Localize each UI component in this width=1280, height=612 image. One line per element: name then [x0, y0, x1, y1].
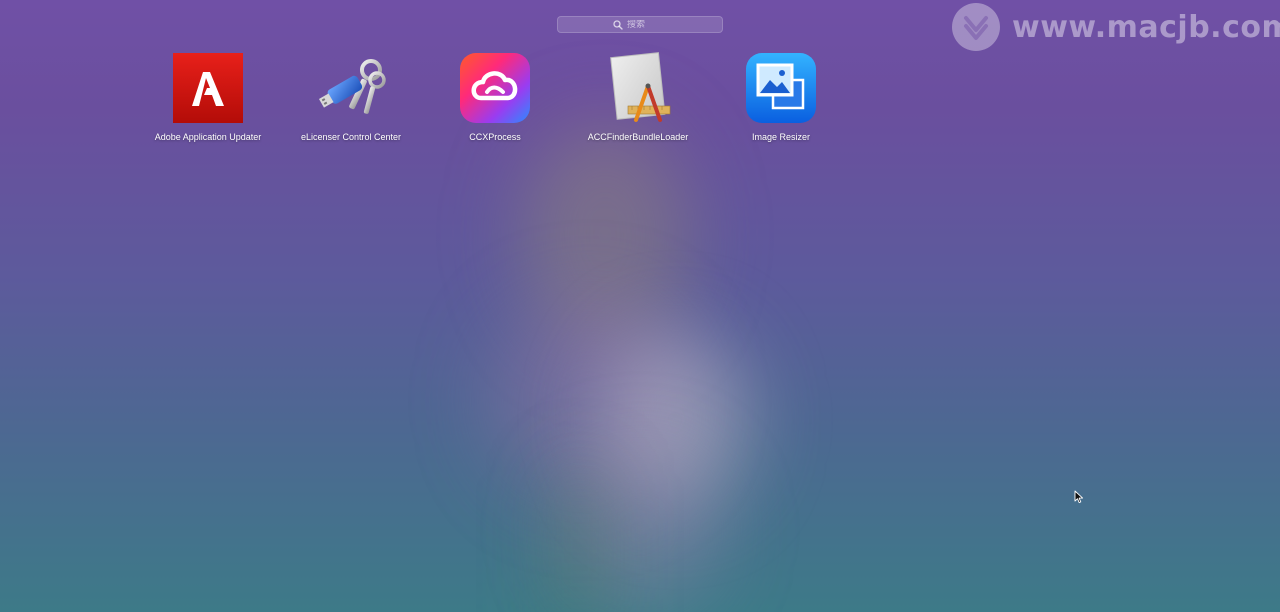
- creative-cloud-icon: [460, 53, 530, 123]
- app-ccxprocess[interactable]: CCXProcess: [425, 52, 565, 142]
- magnifier-icon: [613, 19, 623, 30]
- search-input[interactable]: [627, 19, 667, 30]
- app-label: CCXProcess: [469, 132, 521, 142]
- wallpaper-blur: [560, 450, 720, 610]
- mouse-cursor-icon: [1074, 490, 1084, 504]
- app-label: eLicenser Control Center: [300, 132, 402, 142]
- usb-keys-icon: [318, 59, 386, 114]
- app-label: Image Resizer: [751, 132, 811, 142]
- app-label: ACCFinderBundleLoader: [587, 132, 689, 142]
- app-build-icon: [610, 52, 671, 122]
- app-label: Adobe Application Updater: [154, 132, 262, 142]
- watermark-text: www.macjb.com: [1012, 9, 1280, 45]
- app-image-resizer[interactable]: Image Resizer: [711, 52, 851, 142]
- image-resizer-icon: [746, 53, 816, 123]
- watermark: www.macjb.com: [952, 3, 1280, 51]
- app-accfinderbundleloader[interactable]: ACCFinderBundleLoader: [568, 52, 708, 142]
- adobe-logo-icon: [173, 53, 243, 123]
- app-adobe-application-updater[interactable]: Adobe Application Updater: [138, 52, 278, 142]
- wallpaper-blur: [600, 330, 750, 510]
- watermark-logo-icon: [952, 3, 1000, 51]
- wallpaper-blur: [490, 300, 690, 500]
- app-elicenser-control-center[interactable]: eLicenser Control Center: [281, 52, 421, 142]
- wallpaper-blur: [560, 470, 600, 612]
- launchpad-search[interactable]: [557, 16, 723, 33]
- wallpaper-blur: [520, 120, 690, 350]
